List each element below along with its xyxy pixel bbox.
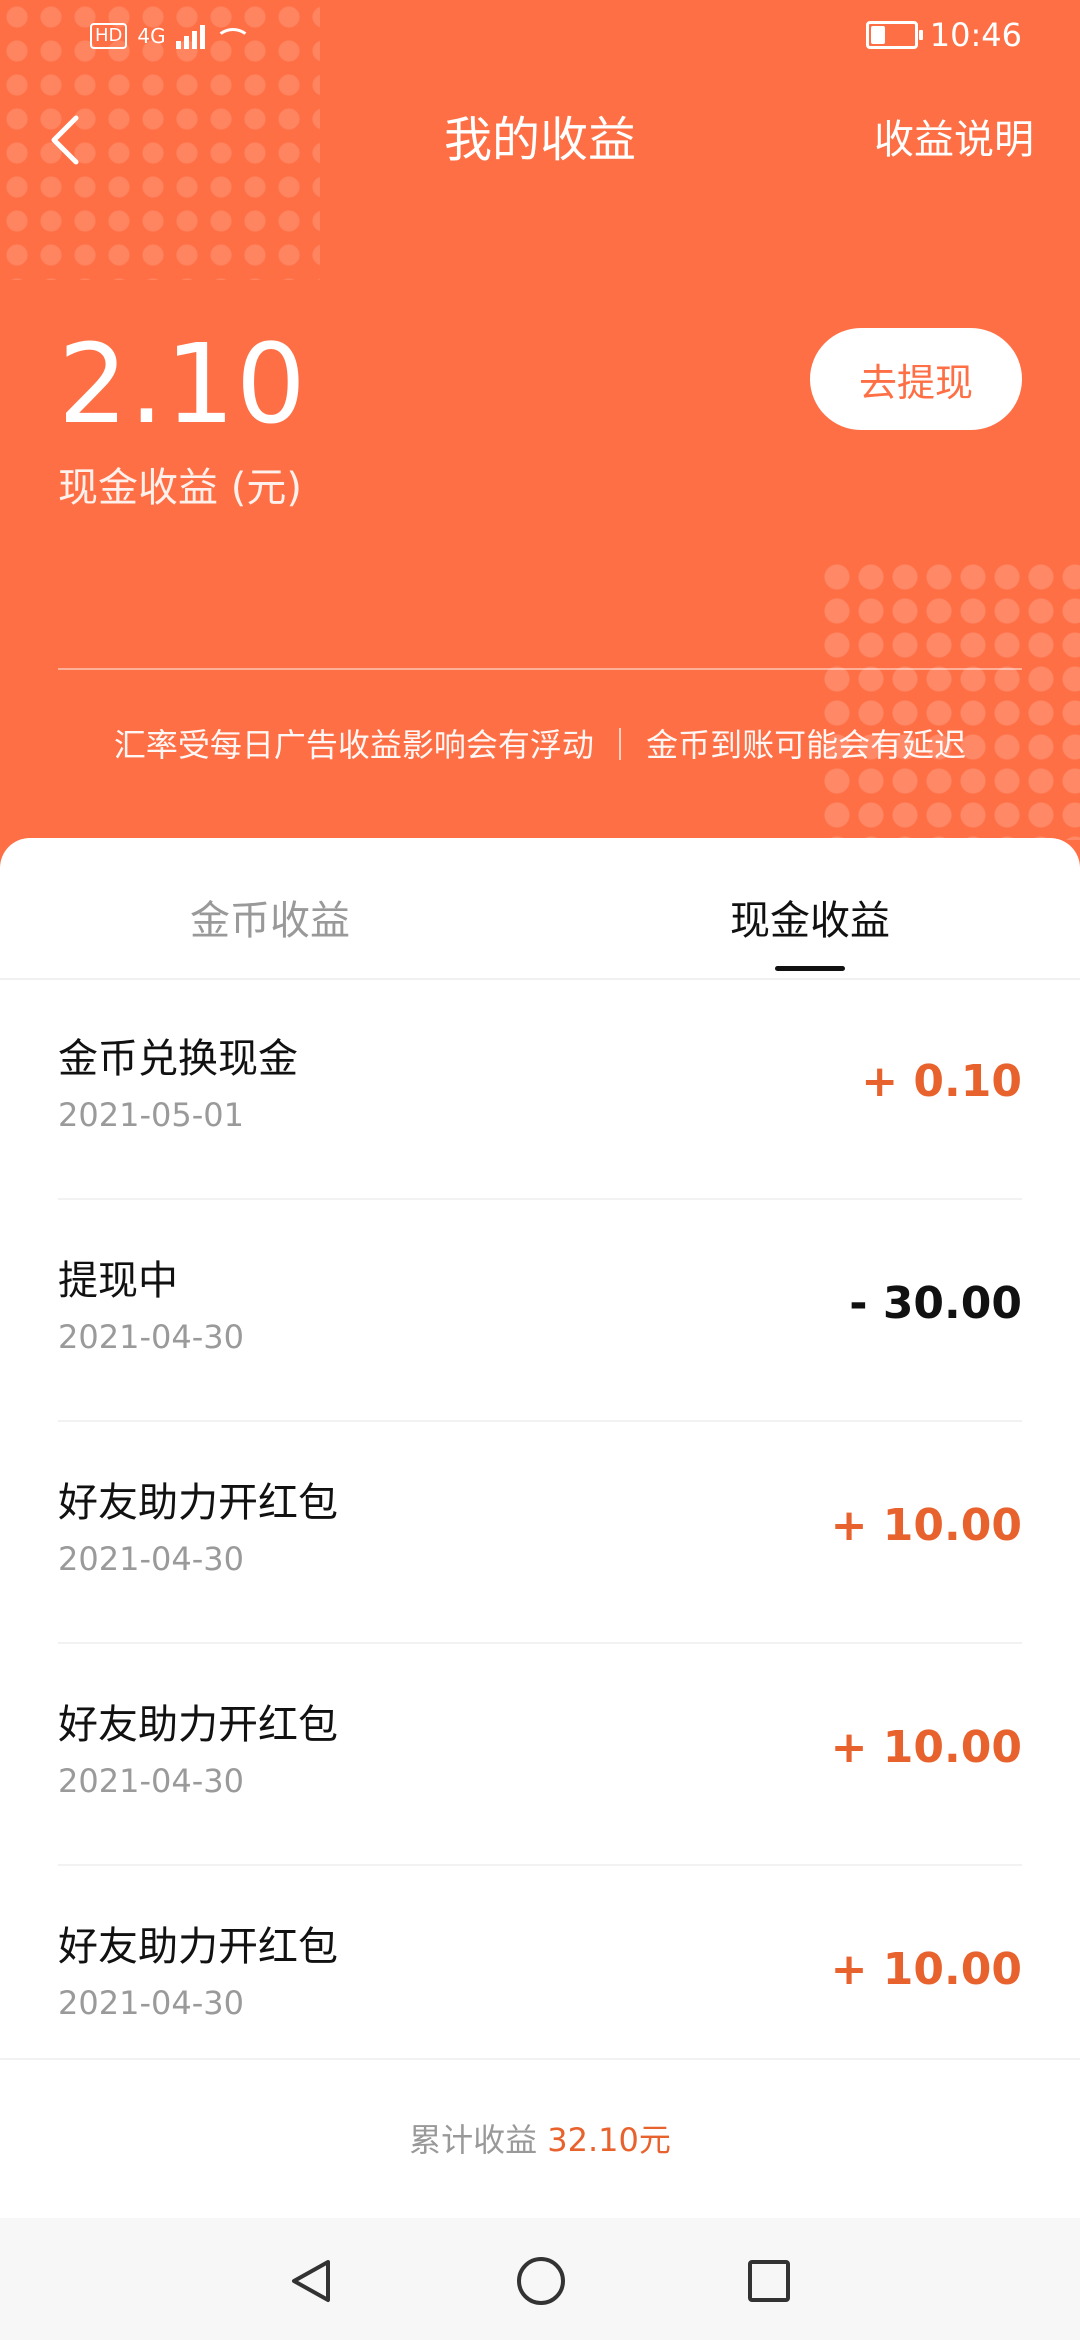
list-item: 提现中 2021-04-30 - 30.00 [0, 1200, 1080, 1422]
item-date: 2021-05-01 [58, 1096, 244, 1134]
tabs: 金币收益 现金收益 [0, 838, 1080, 980]
earnings-card: 金币收益 现金收益 金币兑换现金 2021-05-01 + 0.10 提现中 2… [0, 838, 1080, 2210]
total-earnings-label: 累计收益 [409, 2121, 538, 2159]
exchange-notice: 汇率受每日广告收益影响会有浮动 ｜ 金币到账可能会有延迟 [113, 726, 967, 764]
earnings-explain-link[interactable]: 收益说明 [874, 100, 1034, 180]
signal-icon [175, 23, 205, 49]
list-item: 金币兑换现金 2021-05-01 + 0.10 [0, 978, 1080, 1200]
item-title: 金币兑换现金 [58, 1036, 298, 1082]
withdraw-button[interactable]: 去提现 [810, 328, 1022, 430]
item-date: 2021-04-30 [58, 1540, 244, 1578]
list-item: 好友助力开红包 2021-04-30 + 10.00 [0, 1422, 1080, 1644]
list-item: 好友助力开红包 2021-04-30 + 10.00 [0, 1866, 1080, 2088]
item-amount: + 10.00 [830, 1722, 1022, 1773]
item-date: 2021-04-30 [58, 1984, 244, 2022]
cash-balance-label: 现金收益 (元) [58, 465, 302, 511]
divider [58, 668, 1022, 670]
total-earnings-footer: 累计收益 32.10元 [0, 2058, 1080, 2220]
item-amount: + 10.00 [830, 1944, 1022, 1995]
item-title: 好友助力开红包 [58, 1924, 338, 1970]
total-earnings-value: 32.10元 [547, 2121, 671, 2159]
status-left: HD 4G [90, 22, 251, 50]
item-date: 2021-04-30 [58, 1318, 244, 1356]
tab-cash-earnings[interactable]: 现金收益 [540, 888, 1080, 946]
earnings-page: HD 4G 10:46 我的收益 收益说明 2.10 现金收益 (元) 去提现 … [0, 0, 1080, 2340]
total-earnings: 累计收益 32.10元 [0, 2115, 1080, 2161]
item-amount: + 10.00 [830, 1500, 1022, 1551]
item-title: 好友助力开红包 [58, 1480, 338, 1526]
item-title: 提现中 [58, 1258, 178, 1304]
header-area: HD 4G 10:46 我的收益 收益说明 2.10 现金收益 (元) 去提现 … [0, 0, 1080, 880]
status-time: 10:46 [929, 16, 1022, 54]
item-date: 2021-04-30 [58, 1762, 244, 1800]
item-amount: - 30.00 [849, 1278, 1022, 1329]
battery-icon [865, 21, 923, 49]
status-bar: HD 4G 10:46 [0, 0, 1080, 80]
tab-coin-earnings[interactable]: 金币收益 [0, 888, 540, 946]
nav-back-icon[interactable] [284, 2254, 338, 2308]
nav-recent-apps-icon[interactable] [742, 2254, 796, 2308]
top-bar: 我的收益 收益说明 [0, 100, 1080, 180]
item-title: 好友助力开红包 [58, 1702, 338, 1748]
status-right: 10:46 [865, 16, 1022, 54]
system-nav-bar [0, 2218, 1080, 2340]
active-tab-indicator [775, 966, 845, 971]
network-label: 4G [137, 24, 166, 48]
list-item: 好友助力开红包 2021-04-30 + 10.00 [0, 1644, 1080, 1866]
wifi-icon [214, 28, 251, 56]
cash-balance-amount: 2.10 [58, 320, 307, 448]
item-amount: + 0.10 [861, 1056, 1022, 1107]
nav-home-icon[interactable] [514, 2254, 568, 2308]
hd-badge: HD [90, 23, 128, 49]
earnings-list: 金币兑换现金 2021-05-01 + 0.10 提现中 2021-04-30 … [0, 978, 1080, 2088]
decorative-dots [820, 560, 1080, 840]
